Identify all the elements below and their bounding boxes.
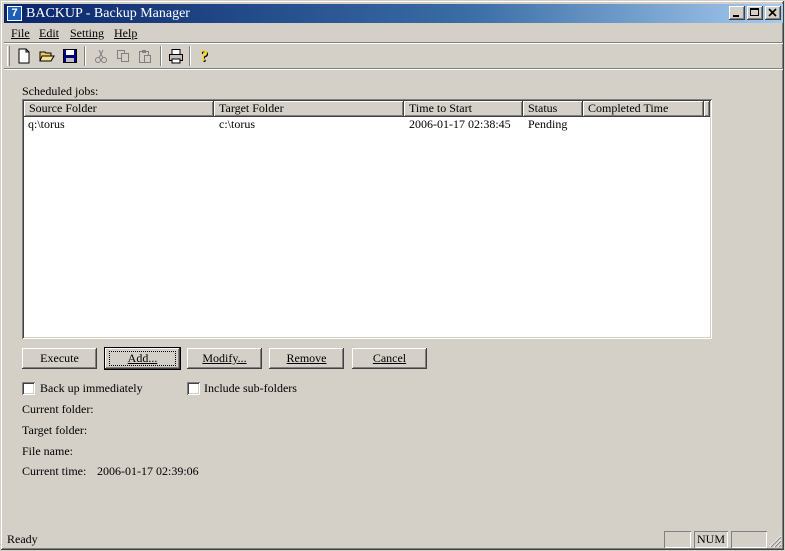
column-filler [704,101,710,117]
new-file-icon [18,48,30,64]
column-status[interactable]: Status [523,101,583,117]
include-subfolders-label[interactable]: Include sub-folders [204,381,297,395]
menu-setting[interactable]: Setting [70,26,104,40]
menu-edit[interactable]: Edit [39,26,59,40]
file-name-label: File name: [22,444,73,458]
execute-button[interactable]: Execute [22,348,97,369]
maximize-button[interactable] [747,6,763,20]
toolbar-gripper[interactable] [7,46,10,66]
new-button[interactable] [13,45,35,67]
cut-button[interactable] [90,45,112,67]
help-icon: ?? [200,48,209,64]
size-grip-icon[interactable] [769,535,782,548]
column-source-folder[interactable]: Source Folder [24,101,214,117]
cell-status: Pending [528,117,568,131]
open-folder-icon [39,51,55,62]
copy-icon [117,50,129,62]
include-subfolders-checkbox[interactable] [187,382,200,395]
paste-button[interactable] [134,45,156,67]
add-button[interactable]: Add... [105,348,180,369]
window-title: BACKUP - Backup Manager [26,6,190,21]
help-button[interactable]: ?? [194,45,216,67]
toolbar: ?? [4,42,783,69]
svg-text:?: ? [200,48,208,64]
save-button[interactable] [59,45,81,67]
close-button[interactable] [765,6,781,20]
table-row[interactable]: q:\torus c:\torus 2006-01-17 02:38:45 Pe… [24,117,710,132]
status-bar: Ready NUM [4,529,783,549]
status-panel-num: NUM [694,531,728,548]
remove-button[interactable]: Remove [269,348,344,369]
jobs-list[interactable]: Source Folder Target Folder Time to Star… [22,99,712,339]
paste-icon [139,50,151,63]
toolbar-separator [84,46,86,66]
minimize-button[interactable] [729,6,745,20]
column-time-to-start[interactable]: Time to Start [404,101,523,117]
minimize-icon [733,15,739,17]
current-time-label: Current time: [22,464,87,478]
menu-help[interactable]: Help [114,26,137,40]
status-text: Ready [7,532,38,546]
modify-button[interactable]: Modify... [187,348,262,369]
status-panel-caps [664,531,691,548]
backup-immediately-checkbox[interactable] [22,382,35,395]
print-button[interactable] [165,45,187,67]
status-panel-scroll [731,531,767,548]
menu-bar: File Edit Setting Help [4,24,783,42]
current-time-value: 2006-01-17 02:39:06 [97,464,199,478]
cancel-button[interactable]: Cancel [352,348,427,369]
cell-target-folder: c:\torus [219,117,255,131]
toolbar-separator [189,46,191,66]
open-button[interactable] [36,45,58,67]
menu-file[interactable]: File [11,26,30,40]
cut-icon [95,49,107,63]
title-bar[interactable]: 7 BACKUP - Backup Manager [4,4,783,23]
cell-source-folder: q:\torus [28,117,65,131]
maximize-icon [750,8,759,16]
jobs-list-header: Source Folder Target Folder Time to Star… [24,101,710,117]
copy-button[interactable] [112,45,134,67]
backup-immediately-label[interactable]: Back up immediately [40,381,143,395]
target-folder-label: Target folder: [22,423,88,437]
current-folder-label: Current folder: [22,402,94,416]
app-icon[interactable]: 7 [7,6,22,21]
toolbar-separator [160,46,162,66]
save-icon [63,49,77,63]
print-icon [169,49,183,64]
cell-time-to-start: 2006-01-17 02:38:45 [409,117,511,131]
backup-manager-window: 7 BACKUP - Backup Manager File Edit Sett… [0,0,785,551]
scheduled-jobs-label: Scheduled jobs: [22,84,99,98]
close-icon [768,8,777,17]
column-completed-time[interactable]: Completed Time [583,101,704,117]
column-target-folder[interactable]: Target Folder [214,101,404,117]
